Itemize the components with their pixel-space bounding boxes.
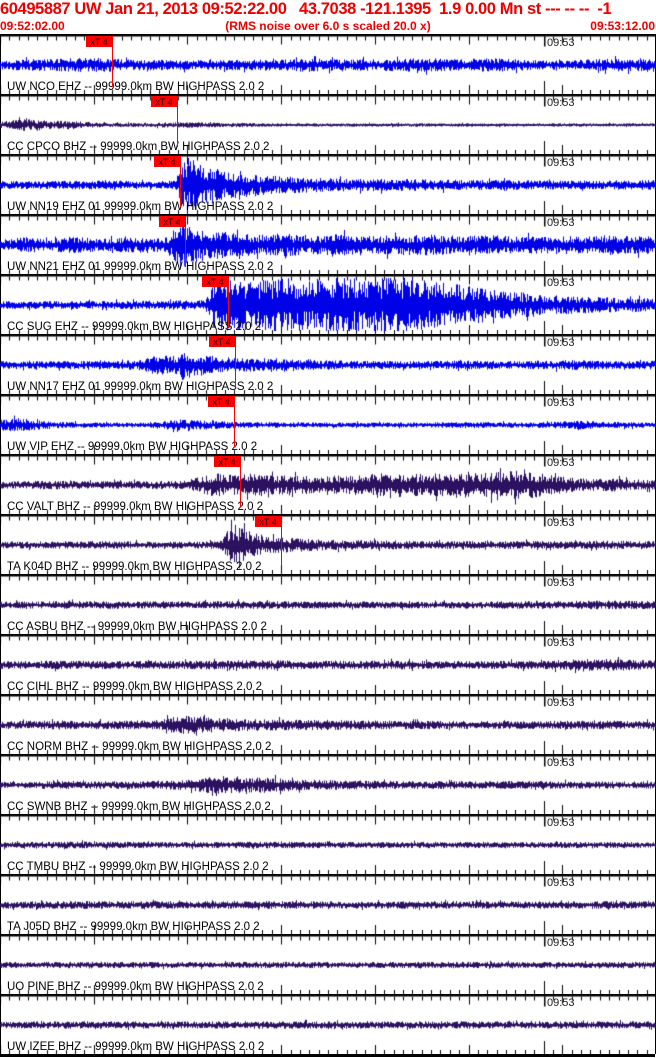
bottom-time-ruler — [0, 1054, 655, 1057]
minute-time-label: 09:53 — [547, 577, 575, 589]
trace-station-label: CC VALT BHZ -- 99999.0km BW HIGHPASS 2.0… — [7, 501, 264, 513]
minute-time-label: 09:53 — [547, 337, 575, 349]
trace-station-label: UW NN19 EHZ 01 99999.0km BW HIGHPASS 2.0… — [7, 201, 274, 213]
trace-row[interactable]: 09:53 CC CIHL BHZ -- 99999.0km BW HIGHPA… — [0, 634, 656, 694]
trace-station-label: CC SUG EHZ -- 99999.0km BW HIGHPASS 2.0 … — [7, 321, 262, 333]
trace-row[interactable]: 09:53 xT 4 UW NCO EHZ -- 99999.0km BW HI… — [0, 34, 656, 94]
minute-time-label: 09:53 — [547, 397, 575, 409]
trace-station-label: UW NN17 EHZ 01 99999.0km BW HIGHPASS 2.0… — [7, 381, 274, 393]
trace-station-label: CC SWNB BHZ -- 99999.0km BW HIGHPASS 2.0… — [7, 801, 271, 813]
phase-pick-label: xT 4 — [163, 216, 181, 227]
phase-pick-flag[interactable]: xT 4 — [208, 396, 234, 407]
minute-time-label: 09:53 — [547, 697, 575, 709]
phase-pick-line — [280, 516, 282, 567]
scaling-note: (RMS noise over 6.0 s scaled 20.0 x) — [225, 19, 431, 33]
minute-time-label: 09:53 — [547, 997, 575, 1009]
minute-time-label: 09:53 — [547, 877, 575, 889]
phase-pick-line — [176, 96, 178, 147]
minute-time-label: 09:53 — [547, 277, 575, 289]
trace-row[interactable]: 09:53 UW IZEE BHZ -- 99999.0km BW HIGHPA… — [0, 994, 656, 1054]
trace-station-label: UW IZEE BHZ -- 99999.0km BW HIGHPASS 2.0… — [7, 1041, 265, 1053]
window-end-time: 09:53:12.00 — [590, 19, 655, 33]
phase-pick-label: xT 4 — [206, 276, 224, 287]
minute-time-label: 09:53 — [547, 217, 575, 229]
phase-pick-flag[interactable]: xT 4 — [255, 516, 281, 527]
trace-list: 09:53 xT 4 UW NCO EHZ -- 99999.0km BW HI… — [0, 34, 656, 1054]
minute-time-label: 09:53 — [547, 157, 575, 169]
trace-row[interactable]: 09:53 xT 4 UW NN19 EHZ 01 99999.0km BW H… — [0, 154, 656, 214]
phase-pick-label: xT 4 — [155, 96, 173, 107]
phase-pick-label: xT 4 — [213, 336, 231, 347]
event-header: 60495887 UW Jan 21, 2013 09:52:22.00 43.… — [0, 0, 656, 34]
trace-row[interactable]: 09:53 xT 4 UW NN17 EHZ 01 99999.0km BW H… — [0, 334, 656, 394]
trace-row[interactable]: 09:53 xT 4 CC VALT BHZ -- 99999.0km BW H… — [0, 454, 656, 514]
phase-pick-line — [234, 336, 236, 387]
header-subline: 09:52:02.00 (RMS noise over 6.0 s scaled… — [0, 19, 656, 34]
phase-pick-flag[interactable]: xT 4 — [151, 96, 177, 107]
seismogram-viewer: 60495887 UW Jan 21, 2013 09:52:22.00 43.… — [0, 0, 656, 1058]
trace-row[interactable]: 09:53 CC SWNB BHZ -- 99999.0km BW HIGHPA… — [0, 754, 656, 814]
trace-station-label: UW VIP EHZ -- 99999.0km BW HIGHPASS 2.0 … — [7, 441, 258, 453]
event-summary-line: 60495887 UW Jan 21, 2013 09:52:22.00 43.… — [0, 0, 612, 18]
phase-pick-label: xT 4 — [212, 396, 230, 407]
trace-station-label: CC NORM BHZ -- 99999.0km BW HIGHPASS 2.0… — [7, 741, 272, 753]
trace-station-label: TA K04D BHZ -- 99999.0km BW HIGHPASS 2.0… — [7, 561, 262, 573]
trace-station-label: CC ASBU BHZ -- 99999.0km BW HIGHPASS 2.0… — [7, 621, 267, 633]
trace-row[interactable]: 09:53 xT 4 CC CPCO BHZ -- 99999.0km BW H… — [0, 94, 656, 154]
minute-time-label: 09:53 — [547, 817, 575, 829]
phase-pick-flag[interactable]: xT 4 — [214, 456, 240, 467]
phase-pick-label: xT 4 — [158, 156, 176, 167]
phase-pick-label: xT 4 — [90, 36, 108, 47]
minute-time-label: 09:53 — [547, 637, 575, 649]
minute-time-label: 09:53 — [547, 37, 575, 49]
trace-station-label: UW NN21 EHZ 01 99999.0km BW HIGHPASS 2.0… — [7, 261, 274, 273]
minute-time-label: 09:53 — [547, 937, 575, 949]
phase-pick-line — [227, 276, 229, 327]
phase-pick-line — [184, 216, 186, 267]
phase-pick-flag[interactable]: xT 4 — [86, 36, 112, 47]
phase-pick-line — [179, 156, 181, 207]
trace-row[interactable]: 09:53 CC TMBU BHZ -- 99999.0km BW HIGHPA… — [0, 814, 656, 874]
phase-pick-line — [239, 456, 241, 507]
phase-pick-flag[interactable]: xT 4 — [209, 336, 235, 347]
trace-row[interactable]: 09:53 xT 4 CC SUG EHZ -- 99999.0km BW HI… — [0, 274, 656, 334]
minute-time-label: 09:53 — [547, 97, 575, 109]
phase-pick-label: xT 4 — [259, 516, 277, 527]
trace-station-label: CC CPCO BHZ -- 99999.0km BW HIGHPASS 2.0… — [7, 141, 270, 153]
phase-pick-line — [233, 396, 235, 447]
trace-station-label: CC TMBU BHZ -- 99999.0km BW HIGHPASS 2.0… — [7, 861, 269, 873]
trace-station-label: UO PINE BHZ -- 99999.0km BW HIGHPASS 2.0… — [7, 981, 264, 993]
trace-row[interactable]: 09:53 xT 4 UW VIP EHZ -- 99999.0km BW HI… — [0, 394, 656, 454]
trace-station-label: TA J05D BHZ -- 99999.0km BW HIGHPASS 2.0… — [7, 921, 260, 933]
minute-time-label: 09:53 — [547, 457, 575, 469]
trace-row[interactable]: 09:53 xT 4 TA K04D BHZ -- 99999.0km BW H… — [0, 514, 656, 574]
trace-row[interactable]: 09:53 CC NORM BHZ -- 99999.0km BW HIGHPA… — [0, 694, 656, 754]
trace-row[interactable]: 09:53 TA J05D BHZ -- 99999.0km BW HIGHPA… — [0, 874, 656, 934]
minute-time-label: 09:53 — [547, 517, 575, 529]
trace-row[interactable]: 09:53 CC ASBU BHZ -- 99999.0km BW HIGHPA… — [0, 574, 656, 634]
phase-pick-flag[interactable]: xT 4 — [159, 216, 185, 227]
trace-row[interactable]: 09:53 UO PINE BHZ -- 99999.0km BW HIGHPA… — [0, 934, 656, 994]
phase-pick-flag[interactable]: xT 4 — [202, 276, 228, 287]
phase-pick-flag[interactable]: xT 4 — [154, 156, 180, 167]
trace-station-label: CC CIHL BHZ -- 99999.0km BW HIGHPASS 2.0… — [7, 681, 262, 693]
trace-station-label: UW NCO EHZ -- 99999.0km BW HIGHPASS 2.0 … — [7, 81, 265, 93]
phase-pick-label: xT 4 — [218, 456, 236, 467]
minute-time-label: 09:53 — [547, 757, 575, 769]
phase-pick-line — [111, 36, 113, 87]
trace-row[interactable]: 09:53 xT 4 UW NN21 EHZ 01 99999.0km BW H… — [0, 214, 656, 274]
